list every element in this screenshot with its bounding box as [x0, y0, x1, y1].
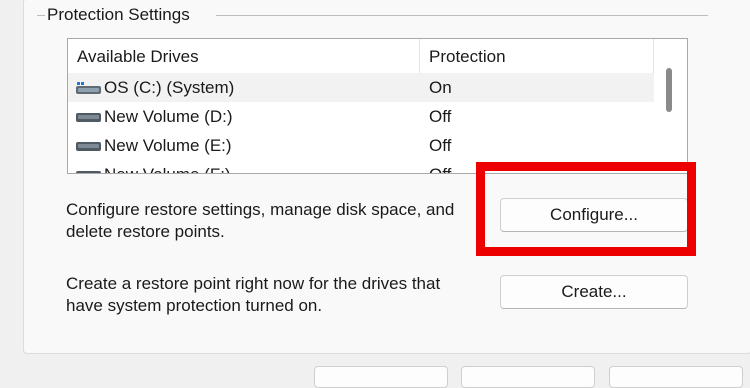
drive-name: New Volume (E:): [104, 136, 232, 155]
drive-icon: [76, 142, 101, 151]
drive-protection-status: Off: [429, 136, 452, 155]
group-border-line: [216, 15, 708, 16]
drive-row-d[interactable]: New Volume (D:) Off: [68, 102, 654, 131]
scrollbar-thumb[interactable]: [666, 68, 672, 112]
create-button[interactable]: Create...: [500, 275, 688, 309]
drive-row-f[interactable]: New Volume (F:) Off: [68, 160, 654, 173]
configure-description-line: delete restore points.: [66, 222, 225, 241]
dialog-button-apply[interactable]: [609, 366, 743, 388]
column-divider[interactable]: [653, 39, 654, 73]
dialog-button-cancel[interactable]: [461, 366, 595, 388]
drive-row-e[interactable]: New Volume (E:) Off: [68, 131, 654, 160]
drive-name: New Volume (D:): [104, 107, 233, 126]
group-border-left: [37, 15, 45, 16]
create-description-line: Create a restore point right now for the…: [66, 274, 441, 293]
configure-description-line: Configure restore settings, manage disk …: [66, 200, 455, 219]
drive-icon: [76, 113, 101, 122]
configure-description: Configure restore settings, manage disk …: [66, 199, 454, 243]
configure-button[interactable]: Configure...: [500, 198, 688, 232]
drive-name: OS (C:) (System): [104, 78, 235, 97]
list-header: Available Drives Protection: [68, 39, 654, 73]
create-description-line: have system protection turned on.: [66, 296, 323, 315]
drive-name: New Volume (F:): [104, 165, 231, 173]
protection-settings-title: Protection Settings: [47, 5, 194, 25]
drive-row-c[interactable]: OS (C:) (System) On: [68, 73, 654, 102]
dialog-button-ok[interactable]: [314, 366, 448, 388]
drive-protection-status: On: [429, 78, 452, 97]
list-scrollbar[interactable]: [658, 39, 687, 173]
column-divider[interactable]: [419, 39, 420, 73]
create-description: Create a restore point right now for the…: [66, 273, 440, 317]
drive-protection-status: Off: [429, 107, 452, 126]
drive-protection-status: Off: [429, 165, 451, 173]
system-drive-icon: [76, 82, 101, 94]
column-header-drives[interactable]: Available Drives: [77, 47, 199, 67]
drive-icon: [76, 171, 101, 173]
drives-list[interactable]: Available Drives Protection OS (C:) (Sys…: [67, 38, 688, 174]
column-header-protection[interactable]: Protection: [429, 47, 506, 67]
